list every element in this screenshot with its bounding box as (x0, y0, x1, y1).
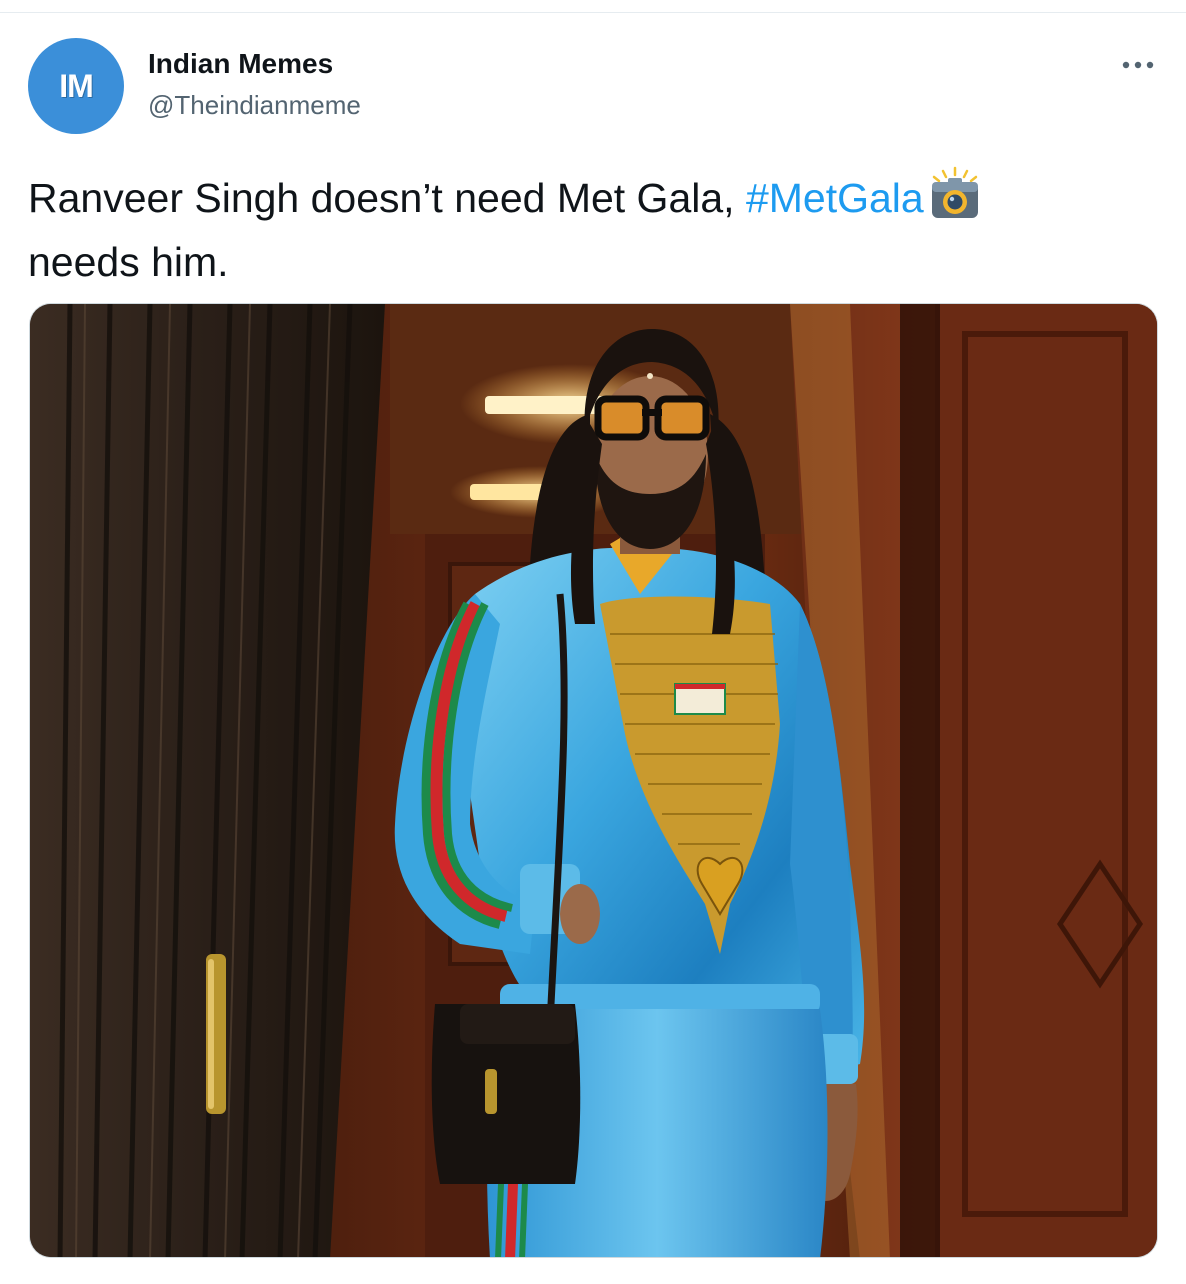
camera-flash-emoji (926, 166, 984, 234)
tweet-text-part: Ranveer Singh doesn’t need Met Gala, (28, 175, 746, 221)
top-divider (0, 12, 1186, 13)
tweet-header: IM Indian Memes @Theindianmeme (28, 38, 1158, 138)
author-display-name[interactable]: Indian Memes (148, 48, 333, 80)
avatar-initials: IM (59, 67, 94, 104)
avatar[interactable]: IM (28, 38, 124, 134)
more-horizontal-icon (1122, 61, 1154, 69)
tweet-text-part: needs him. (28, 239, 229, 285)
photo-illustration (30, 304, 1157, 1257)
hashtag-link[interactable]: #MetGala (746, 175, 924, 221)
tweet-photo[interactable] (29, 303, 1158, 1258)
tweet-text: Ranveer Singh doesn’t need Met Gala, #Me… (28, 166, 1138, 290)
author-handle[interactable]: @Theindianmeme (148, 90, 361, 121)
more-options-button[interactable] (1118, 50, 1158, 80)
